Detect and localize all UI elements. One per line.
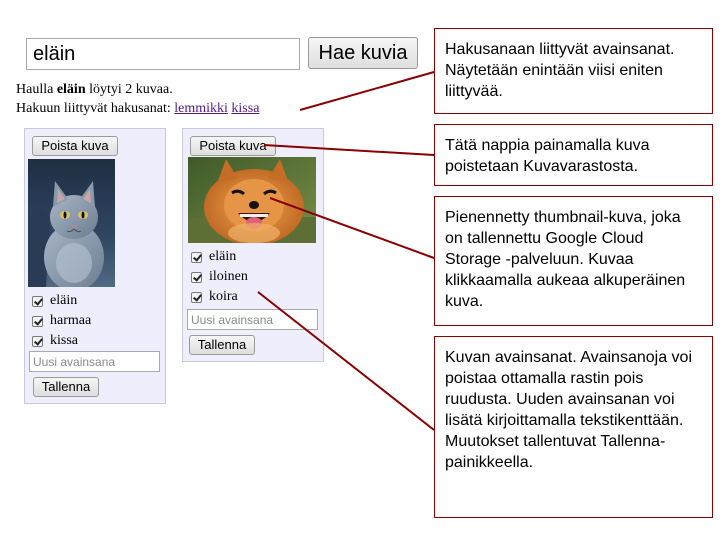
keyword-list: eläin harmaa kissa <box>32 291 91 351</box>
new-keyword-input[interactable] <box>187 309 318 330</box>
keyword-checkbox[interactable] <box>32 295 43 307</box>
search-input[interactable] <box>26 38 300 70</box>
save-button[interactable]: Tallenna <box>189 335 255 355</box>
connector-line <box>299 71 435 111</box>
keyword-checkbox[interactable] <box>191 291 202 303</box>
callout-delete-button: Tätä nappia painamalla kuva poistetaan K… <box>434 124 713 186</box>
save-button[interactable]: Tallenna <box>33 377 99 397</box>
new-keyword-input[interactable] <box>29 351 160 372</box>
keyword-label: eläin <box>50 293 78 308</box>
result-summary: Haulla eläin löytyi 2 kuvaa. <box>16 82 173 98</box>
delete-image-button[interactable]: Poista kuva <box>32 136 118 156</box>
gray-cat-photo <box>28 159 115 287</box>
result-prefix: Haulla <box>16 82 57 97</box>
keyword-item[interactable]: koira <box>191 287 248 307</box>
keyword-label: iloinen <box>209 269 248 284</box>
related-label: Hakuun liittyvät hakusanat: <box>16 101 175 116</box>
thumbnail-image[interactable] <box>28 159 115 287</box>
keyword-checkbox[interactable] <box>32 335 43 347</box>
search-term: eläin <box>56 82 86 97</box>
callout-keywords: Kuvan avainsanat. Avainsanoja voi poista… <box>434 336 713 518</box>
keyword-checkbox[interactable] <box>191 271 202 283</box>
search-button[interactable]: Hae kuvia <box>308 37 418 69</box>
image-card: Poista kuva <box>182 128 324 362</box>
related-terms: Hakuun liittyvät hakusanat: lemmikki kis… <box>16 101 259 117</box>
keyword-item[interactable]: eläin <box>32 291 91 311</box>
keyword-item[interactable]: eläin <box>191 247 248 267</box>
keyword-item[interactable]: iloinen <box>191 267 248 287</box>
result-suffix: löytyi 2 kuvaa. <box>85 82 173 97</box>
keyword-checkbox[interactable] <box>191 251 202 263</box>
callout-thumbnail: Pienennetty thumbnail-kuva, joka on tall… <box>434 196 713 326</box>
keyword-label: koira <box>209 289 238 304</box>
related-term-link[interactable]: lemmikki <box>174 101 228 116</box>
keyword-list: eläin iloinen koira <box>191 247 248 307</box>
keyword-checkbox[interactable] <box>32 315 43 327</box>
callout-related-keywords: Hakusanaan liittyvät avainsanat. Näytetä… <box>434 28 713 114</box>
keyword-label: eläin <box>209 249 237 264</box>
image-card: Poista kuva <box>24 128 166 404</box>
happy-dog-photo <box>188 157 316 243</box>
related-term-link[interactable]: kissa <box>231 101 259 116</box>
keyword-item[interactable]: kissa <box>32 331 91 351</box>
thumbnail-image[interactable] <box>188 157 316 243</box>
keyword-label: harmaa <box>50 313 92 328</box>
keyword-label: kissa <box>50 333 78 348</box>
delete-image-button[interactable]: Poista kuva <box>190 136 276 156</box>
keyword-item[interactable]: harmaa <box>32 311 91 331</box>
